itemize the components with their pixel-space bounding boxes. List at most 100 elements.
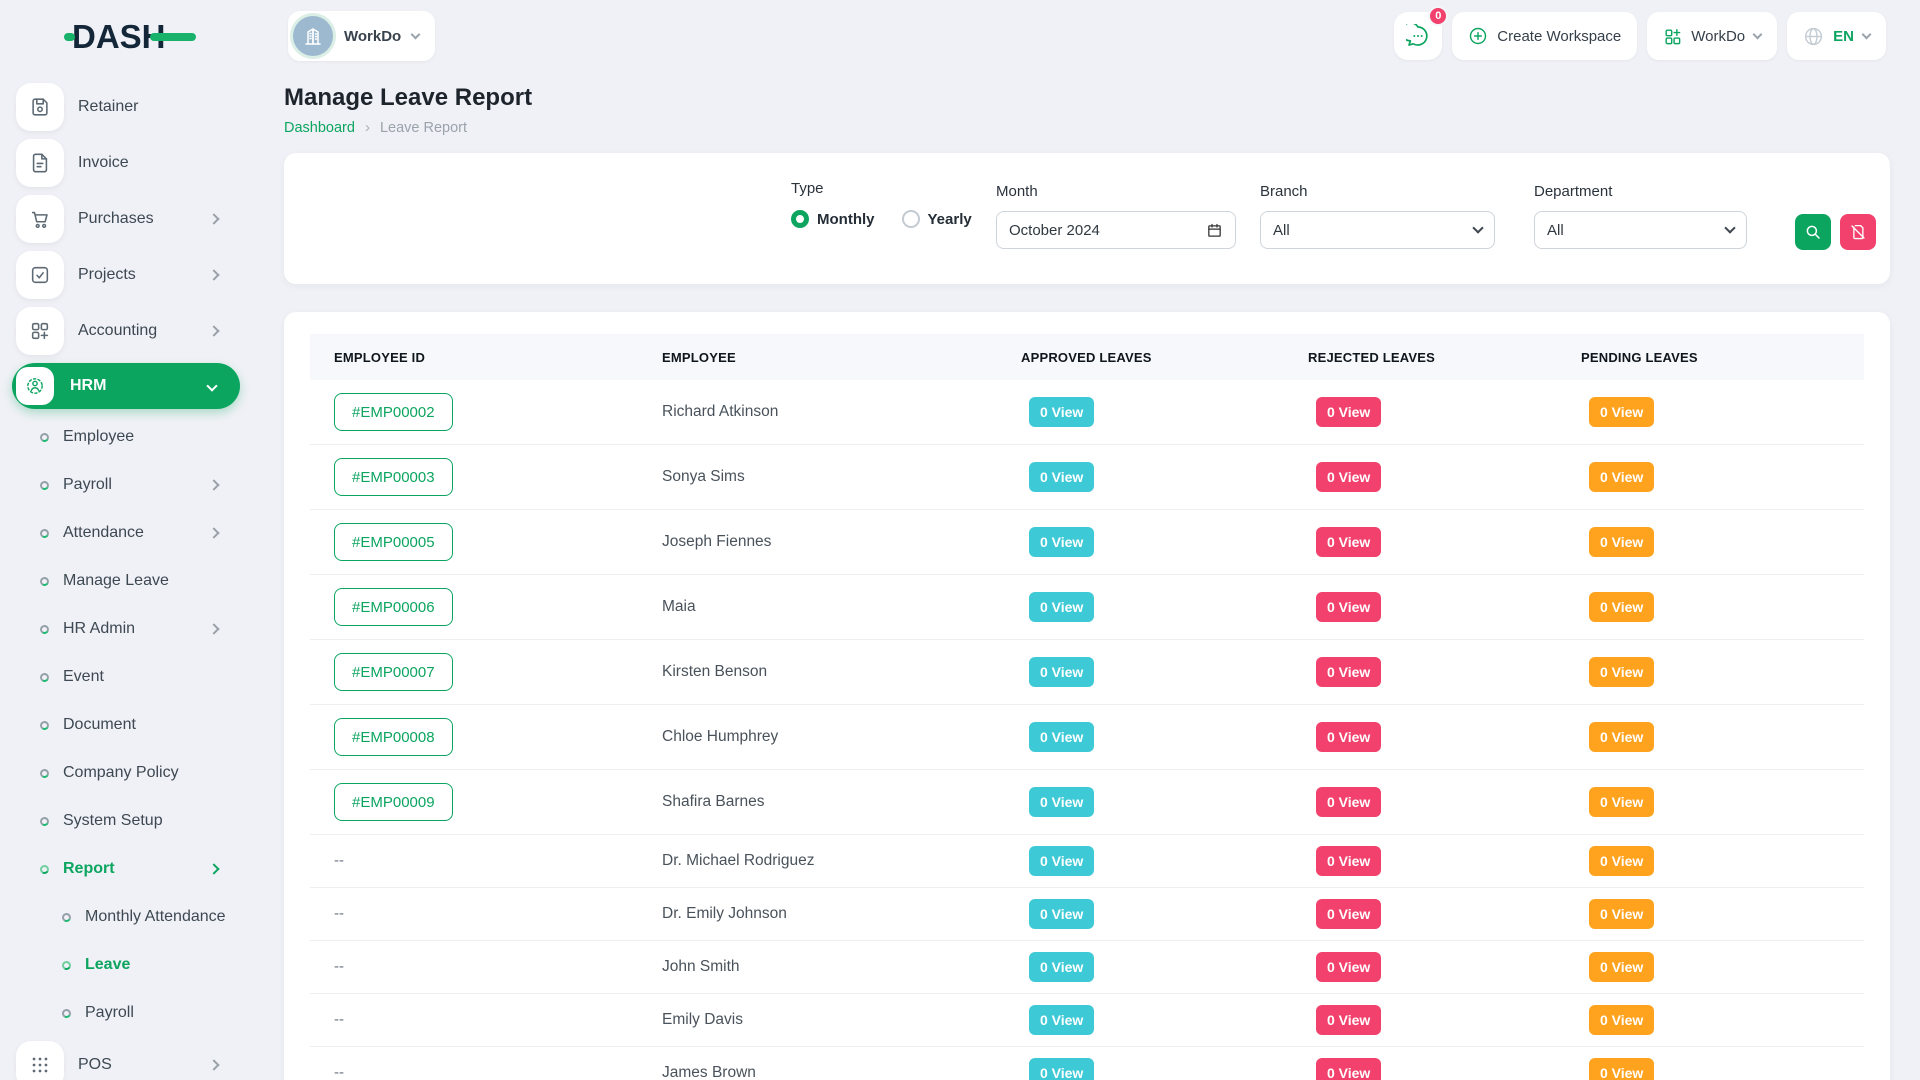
pending-leaves-view-badge[interactable]: 0 View — [1589, 1005, 1654, 1035]
sidebar-item-projects[interactable]: Projects — [0, 247, 248, 303]
rejected-leaves-view-badge[interactable]: 0 View — [1316, 592, 1381, 622]
rejected-leaves-view-badge[interactable]: 0 View — [1316, 397, 1381, 427]
rejected-leaves-view-badge[interactable]: 0 View — [1316, 527, 1381, 557]
pending-leaves-view-badge[interactable]: 0 View — [1589, 592, 1654, 622]
globe-icon — [1803, 26, 1824, 47]
sidebar-item-manage-leave[interactable]: Manage Leave — [0, 557, 248, 605]
sidebar-item-purchases[interactable]: Purchases — [0, 191, 248, 247]
pending-leaves-view-badge[interactable]: 0 View — [1589, 527, 1654, 557]
col-header-employee-id: EMPLOYEE ID — [310, 334, 662, 380]
approved-leaves-view-badge[interactable]: 0 View — [1029, 899, 1094, 929]
approved-leaves-view-badge[interactable]: 0 View — [1029, 462, 1094, 492]
radio-monthly[interactable]: Monthly — [791, 210, 875, 228]
sidebar-item-event[interactable]: Event — [0, 653, 248, 701]
col-header-rejected-leaves: REJECTED LEAVES — [1308, 334, 1581, 380]
main-content: Manage Leave Report Dashboard › Leave Re… — [248, 72, 1920, 1080]
rejected-leaves-view-badge[interactable]: 0 View — [1316, 952, 1381, 982]
chevron-right-icon — [208, 325, 219, 336]
employee-id-badge[interactable]: #EMP00003 — [334, 458, 453, 496]
approved-leaves-view-badge[interactable]: 0 View — [1029, 952, 1094, 982]
messages-button[interactable]: 0 — [1394, 12, 1442, 60]
department-select[interactable]: All — [1534, 211, 1747, 249]
employee-id-badge[interactable]: #EMP00007 — [334, 653, 453, 691]
employee-name: Sonya Sims — [662, 468, 745, 485]
rejected-leaves-view-badge[interactable]: 0 View — [1316, 1005, 1381, 1035]
employee-id-badge[interactable]: #EMP00005 — [334, 523, 453, 561]
approved-leaves-view-badge[interactable]: 0 View — [1029, 1058, 1094, 1080]
employee-id-badge[interactable]: #EMP00002 — [334, 393, 453, 431]
leave-report-table-card: EMPLOYEE ID EMPLOYEE APPROVED LEAVES REJ… — [284, 312, 1890, 1080]
language-selector[interactable]: EN — [1787, 12, 1886, 60]
sidebar-item-payroll[interactable]: Payroll — [0, 989, 248, 1037]
rejected-leaves-view-badge[interactable]: 0 View — [1316, 899, 1381, 929]
employee-id-empty: -- — [334, 1064, 344, 1080]
employee-name: Maia — [662, 598, 696, 615]
calendar-icon — [1206, 222, 1223, 239]
rejected-leaves-view-badge[interactable]: 0 View — [1316, 846, 1381, 876]
sidebar-item-hr-admin[interactable]: HR Admin — [0, 605, 248, 653]
sidebar-item-company-policy[interactable]: Company Policy — [0, 749, 248, 797]
sidebar-item-report[interactable]: Report — [0, 845, 248, 893]
workspace-selector[interactable]: WorkDo — [288, 11, 435, 61]
pending-leaves-view-badge[interactable]: 0 View — [1589, 846, 1654, 876]
table-row: -- John Smith 0 View 0 View 0 View — [310, 941, 1864, 994]
employee-id-badge[interactable]: #EMP00009 — [334, 783, 453, 821]
employee-name: Kirsten Benson — [662, 663, 767, 680]
approved-leaves-view-badge[interactable]: 0 View — [1029, 722, 1094, 752]
sidebar-item-retainer[interactable]: Retainer — [0, 79, 248, 135]
sidebar-item-payroll[interactable]: Payroll — [0, 461, 248, 509]
search-icon — [1804, 223, 1822, 241]
sidebar-item-system-setup[interactable]: System Setup — [0, 797, 248, 845]
bullet-icon — [39, 671, 50, 682]
branch-select[interactable]: All — [1260, 211, 1495, 249]
pending-leaves-view-badge[interactable]: 0 View — [1589, 952, 1654, 982]
approved-leaves-view-badge[interactable]: 0 View — [1029, 787, 1094, 817]
table-row: -- James Brown 0 View 0 View 0 View — [310, 1047, 1864, 1080]
pending-leaves-view-badge[interactable]: 0 View — [1589, 787, 1654, 817]
pending-leaves-view-badge[interactable]: 0 View — [1589, 657, 1654, 687]
rejected-leaves-view-badge[interactable]: 0 View — [1316, 462, 1381, 492]
sidebar-item-invoice[interactable]: Invoice — [0, 135, 248, 191]
sidebar-item-document[interactable]: Document — [0, 701, 248, 749]
rejected-leaves-view-badge[interactable]: 0 View — [1316, 787, 1381, 817]
sidebar-item-leave[interactable]: Leave — [0, 941, 248, 989]
sidebar-item-attendance[interactable]: Attendance — [0, 509, 248, 557]
chevron-right-icon — [208, 863, 219, 874]
pending-leaves-view-badge[interactable]: 0 View — [1589, 722, 1654, 752]
invoice-icon — [16, 139, 64, 187]
app-logo[interactable]: DASH — [0, 0, 248, 72]
reset-filter-button[interactable] — [1840, 214, 1876, 250]
sidebar-item-accounting[interactable]: Accounting — [0, 303, 248, 359]
sidebar-item-hrm[interactable]: HRM — [12, 363, 240, 409]
employee-name: Chloe Humphrey — [662, 728, 778, 745]
rejected-leaves-view-badge[interactable]: 0 View — [1316, 1058, 1381, 1080]
hrm-user-icon — [16, 367, 54, 405]
search-button[interactable] — [1795, 214, 1831, 250]
rejected-leaves-view-badge[interactable]: 0 View — [1316, 722, 1381, 752]
approved-leaves-view-badge[interactable]: 0 View — [1029, 846, 1094, 876]
employee-id-badge[interactable]: #EMP00008 — [334, 718, 453, 756]
rejected-leaves-view-badge[interactable]: 0 View — [1316, 657, 1381, 687]
pending-leaves-view-badge[interactable]: 0 View — [1589, 1058, 1654, 1080]
approved-leaves-view-badge[interactable]: 0 View — [1029, 1005, 1094, 1035]
create-workspace-button[interactable]: Create Workspace — [1452, 12, 1637, 60]
pending-leaves-view-badge[interactable]: 0 View — [1589, 899, 1654, 929]
sidebar-item-monthly-attendance[interactable]: Monthly Attendance — [0, 893, 248, 941]
sidebar-item-pos[interactable]: POS — [0, 1037, 248, 1080]
workspace-avatar — [293, 16, 333, 56]
employee-id-badge[interactable]: #EMP00006 — [334, 588, 453, 626]
month-input[interactable]: October 2024 — [996, 211, 1236, 249]
approved-leaves-view-badge[interactable]: 0 View — [1029, 592, 1094, 622]
pending-leaves-view-badge[interactable]: 0 View — [1589, 462, 1654, 492]
employee-id-empty: -- — [334, 1011, 344, 1028]
approved-leaves-view-badge[interactable]: 0 View — [1029, 657, 1094, 687]
sidebar-item-employee[interactable]: Employee — [0, 413, 248, 461]
app-switcher[interactable]: WorkDo — [1647, 12, 1777, 60]
bullet-icon — [39, 863, 50, 874]
bullet-icon — [39, 623, 50, 634]
breadcrumb-dashboard-link[interactable]: Dashboard — [284, 120, 355, 136]
approved-leaves-view-badge[interactable]: 0 View — [1029, 527, 1094, 557]
pending-leaves-view-badge[interactable]: 0 View — [1589, 397, 1654, 427]
approved-leaves-view-badge[interactable]: 0 View — [1029, 397, 1094, 427]
radio-yearly[interactable]: Yearly — [902, 210, 972, 228]
